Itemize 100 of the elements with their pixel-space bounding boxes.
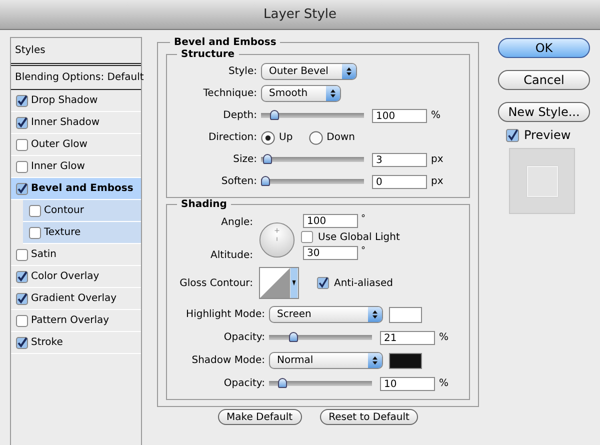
slider-thumb[interactable] [270, 110, 280, 120]
style-item[interactable]: Stroke [11, 332, 141, 354]
contour-curve-icon [260, 268, 290, 298]
radio-button[interactable] [308, 130, 323, 144]
checkbox[interactable] [16, 248, 28, 260]
style-label: Drop Shadow [31, 95, 98, 106]
field-label: Size: [232, 154, 257, 165]
checkbox[interactable] [16, 182, 28, 194]
style-item[interactable]: Drop Shadow [11, 90, 141, 112]
color-swatch[interactable] [389, 306, 422, 322]
dropdown[interactable]: Normal [269, 352, 383, 369]
unit-label: % [439, 378, 449, 389]
number-field[interactable]: 3 [372, 152, 427, 166]
slider-thumb[interactable] [261, 176, 270, 186]
push-button[interactable]: New Style... [498, 102, 590, 122]
field-label: Depth: [222, 110, 257, 121]
style-label: Bevel and Emboss [31, 183, 134, 194]
style-item[interactable]: Color Overlay [11, 266, 141, 288]
checkbox[interactable] [301, 231, 313, 243]
field-label: Technique: [202, 88, 257, 99]
checkbox-option[interactable]: Preview [506, 128, 590, 142]
field-label: Soften: [220, 176, 257, 187]
checkbox-option[interactable]: Anti-aliased [317, 277, 394, 289]
checkbox[interactable] [506, 128, 519, 142]
checkbox[interactable] [16, 116, 28, 128]
radio-option[interactable]: Down [308, 130, 356, 144]
style-item[interactable]: Pattern Overlay [11, 310, 141, 332]
field-label: Opacity: [222, 332, 265, 343]
stepper-icon [368, 307, 382, 322]
checkbox[interactable] [16, 94, 28, 106]
number-field[interactable]: 21 [380, 330, 435, 344]
checkbox[interactable] [317, 277, 329, 289]
style-label: Outer Glow [31, 139, 88, 150]
dropdown[interactable]: Screen [269, 306, 383, 323]
style-item[interactable]: Satin [11, 244, 141, 266]
style-item[interactable]: Contour [23, 200, 141, 222]
slider-thumb[interactable] [262, 154, 272, 164]
slider[interactable] [261, 154, 364, 165]
checkbox[interactable] [29, 204, 41, 216]
style-label: Stroke [31, 337, 63, 348]
slider-thumb[interactable] [288, 332, 298, 342]
unit-label: % [439, 332, 449, 343]
push-button[interactable]: Make Default [218, 409, 302, 425]
field-label: Highlight Mode: [185, 309, 265, 320]
blending-options-item[interactable]: Blending Options: Default [11, 66, 141, 90]
style-label: Inner Shadow [31, 117, 100, 128]
radio-option[interactable]: Up [261, 130, 293, 144]
checkbox[interactable] [16, 270, 28, 282]
checkbox[interactable] [16, 160, 28, 172]
dropdown[interactable]: Smooth [261, 85, 341, 102]
number-field[interactable]: 30 [303, 246, 358, 260]
unit-label: % [431, 110, 441, 121]
style-label: Inner Glow [31, 161, 85, 172]
checkbox[interactable] [16, 314, 28, 326]
slider-thumb[interactable] [278, 378, 288, 388]
radio-button[interactable] [261, 130, 275, 144]
section-title: Bevel and Emboss [173, 37, 278, 48]
stepper-icon [342, 64, 356, 79]
style-item[interactable]: Outer Glow [11, 134, 141, 156]
preview-square [526, 166, 558, 196]
field-label: Shadow Mode: [190, 355, 265, 366]
dropdown[interactable]: Outer Bevel [261, 63, 357, 80]
style-item[interactable]: Gradient Overlay [11, 288, 141, 310]
field-label: Opacity: [222, 378, 265, 389]
section-title: Shading [180, 199, 228, 210]
unit-label: ° [361, 214, 366, 224]
style-label: Contour [44, 205, 84, 216]
slider[interactable] [261, 176, 364, 187]
angle-dial[interactable] [259, 222, 295, 258]
style-label: Satin [31, 249, 57, 260]
checkbox[interactable] [16, 138, 28, 150]
push-button[interactable]: OK [498, 38, 590, 58]
section-title: Structure [180, 49, 236, 60]
style-item[interactable]: Texture [23, 222, 141, 244]
checkbox[interactable] [29, 226, 41, 238]
field-label: Style: [228, 66, 257, 77]
style-item[interactable]: Bevel and Emboss [11, 178, 141, 200]
unit-label: px [431, 176, 444, 187]
checkbox[interactable] [16, 336, 28, 348]
number-field[interactable]: 100 [372, 108, 427, 122]
checkbox-option[interactable]: Use Global Light [301, 231, 400, 243]
stepper-icon [326, 86, 340, 101]
field-label: Direction: [207, 132, 257, 143]
color-swatch[interactable] [389, 352, 422, 368]
checkbox[interactable] [16, 292, 28, 304]
push-button[interactable]: Cancel [498, 70, 590, 90]
unit-label: px [431, 154, 444, 165]
style-item[interactable]: Inner Shadow [11, 112, 141, 134]
number-field[interactable]: 100 [303, 214, 358, 228]
push-button[interactable]: Reset to Default [320, 409, 418, 425]
stepper-icon [368, 353, 382, 368]
styles-header[interactable]: Styles [11, 38, 141, 66]
field-label: Gloss Contour: [178, 278, 253, 288]
number-field[interactable]: 10 [380, 376, 435, 390]
contour-picker[interactable] [259, 267, 299, 299]
style-label: Texture [44, 227, 81, 238]
number-field[interactable]: 0 [372, 174, 427, 188]
field-label: Altitude: [210, 250, 253, 261]
style-label: Color Overlay [31, 271, 100, 282]
style-label: Pattern Overlay [31, 315, 110, 326]
